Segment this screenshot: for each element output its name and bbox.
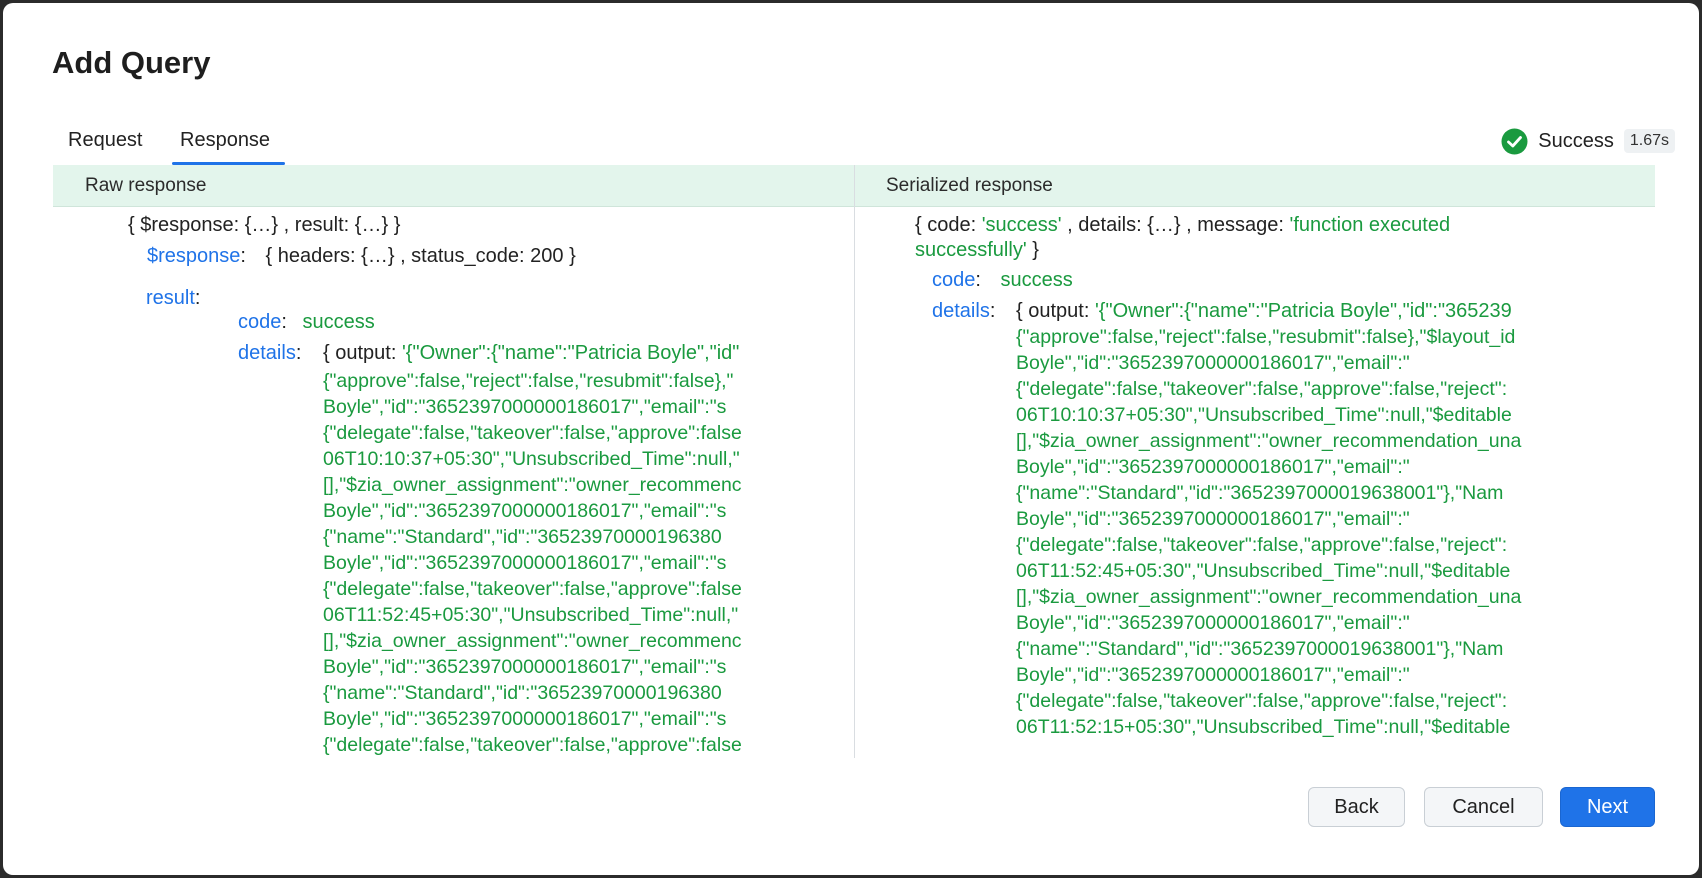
- serialized-output-line: {"delegate":false,"takeover":false,"appr…: [1016, 690, 1508, 712]
- raw-output-first-line: { output: '{"Owner":{"name":"Patricia Bo…: [323, 340, 739, 366]
- raw-output-line: [],"$zia_owner_assignment":"owner_recomm…: [323, 474, 742, 496]
- serialized-output-line: {"name":"Standard","id":"365239700001963…: [1016, 482, 1504, 504]
- summary-message-part1: 'function executed: [1289, 214, 1451, 236]
- raw-output-line: {"name":"Standard","id":"365239700001963…: [323, 682, 722, 704]
- serialized-output-line: Boyle","id":"3652397000000186017","email…: [1016, 352, 1410, 374]
- raw-code-value: success: [302, 311, 375, 333]
- serialized-output-line: {"name":"Standard","id":"365239700001963…: [1016, 638, 1504, 660]
- cancel-button[interactable]: Cancel: [1424, 787, 1543, 827]
- serialized-output-line: Boyle","id":"3652397000000186017","email…: [1016, 664, 1410, 686]
- raw-output-line: Boyle","id":"3652397000000186017","email…: [323, 552, 727, 574]
- serialized-output-line: 06T11:52:45+05:30","Unsubscribed_Time":n…: [1016, 560, 1511, 582]
- raw-output-line: Boyle","id":"3652397000000186017","email…: [323, 396, 727, 418]
- serialized-output-line: Boyle","id":"3652397000000186017","email…: [1016, 456, 1410, 478]
- summary-close: }: [1026, 239, 1039, 261]
- raw-details-key-row: details:: [238, 342, 302, 364]
- summary-mid: , details: {…} , message:: [1061, 214, 1290, 236]
- serialized-output-line: 06T10:10:37+05:30","Unsubscribed_Time":n…: [1016, 404, 1512, 426]
- serialized-code-value: success: [1000, 269, 1073, 291]
- raw-output-line: 06T11:52:45+05:30","Unsubscribed_Time":n…: [323, 604, 739, 626]
- tab-response[interactable]: Response: [180, 129, 270, 152]
- serialized-code-key: code: [932, 269, 976, 291]
- raw-output-line: {"delegate":false,"takeover":false,"appr…: [323, 578, 742, 600]
- serialized-output-prefix[interactable]: { output:: [1016, 300, 1095, 322]
- serialized-output-line: 06T11:52:15+05:30","Unsubscribed_Time":n…: [1016, 716, 1511, 738]
- serialized-output-line: Boyle","id":"3652397000000186017","email…: [1016, 612, 1410, 634]
- serialized-output-first-line: { output: '{"Owner":{"name":"Patricia Bo…: [1016, 298, 1512, 324]
- serialized-output-lines: {"approve":false,"reject":false,"resubmi…: [1016, 324, 1521, 740]
- response-time-badge: 1.67s: [1623, 129, 1675, 153]
- serialized-details-key-row: details:: [932, 300, 996, 322]
- serialized-code-row: code: success: [932, 269, 1073, 291]
- raw-output-line: Boyle","id":"3652397000000186017","email…: [323, 500, 727, 522]
- raw-output-line: {"delegate":false,"takeover":false,"appr…: [323, 734, 742, 756]
- raw-output-line: {"approve":false,"reject":false,"resubmi…: [323, 370, 734, 392]
- serialized-response-title: Serialized response: [886, 175, 1053, 196]
- back-button[interactable]: Back: [1308, 787, 1405, 827]
- serialized-details-key: details: [932, 300, 990, 322]
- raw-result-key: result: [146, 287, 195, 309]
- check-circle-icon: [1501, 128, 1528, 155]
- raw-code-key: code: [238, 311, 282, 333]
- tab-request[interactable]: Request: [68, 129, 143, 152]
- serialized-summary-line2: successfully' }: [915, 237, 1039, 263]
- raw-output-line: Boyle","id":"3652397000000186017","email…: [323, 708, 727, 730]
- raw-output-line: {"name":"Standard","id":"365239700001963…: [323, 526, 722, 548]
- serialized-response-header: Serialized response: [854, 165, 1655, 207]
- raw-code-row: code: success: [238, 311, 375, 333]
- raw-response-body[interactable]: { $response: {…} , result: {…} } $respon…: [53, 207, 854, 757]
- serialized-output-line: [],"$zia_owner_assignment":"owner_recomm…: [1016, 586, 1522, 608]
- raw-output-lines: {"approve":false,"reject":false,"resubmi…: [323, 368, 742, 757]
- response-panels: Raw response Serialized response { $resp…: [53, 165, 1655, 758]
- raw-response-key: $response: [147, 245, 241, 267]
- next-button[interactable]: Next: [1560, 787, 1655, 827]
- serialized-output-line: {"approve":false,"reject":false,"resubmi…: [1016, 326, 1516, 348]
- response-status: Success 1.67s: [1501, 127, 1675, 155]
- summary-open: { code:: [915, 214, 982, 236]
- raw-result-row: result:: [146, 287, 201, 309]
- raw-output-first: '{"Owner":{"name":"Patricia Boyle","id": [401, 342, 740, 364]
- raw-details-key: details: [238, 342, 296, 364]
- serialized-output-line: [],"$zia_owner_assignment":"owner_recomm…: [1016, 430, 1522, 452]
- dialog-title: Add Query: [52, 45, 211, 80]
- serialized-response-body[interactable]: { code: 'success' , details: {…} , messa…: [855, 207, 1655, 757]
- raw-output-line: {"delegate":false,"takeover":false,"appr…: [323, 422, 742, 444]
- add-query-dialog: Add Query Request Response Success 1.67s…: [3, 3, 1699, 875]
- serialized-output-line: {"delegate":false,"takeover":false,"appr…: [1016, 378, 1508, 400]
- raw-output-line: [],"$zia_owner_assignment":"owner_recomm…: [323, 630, 742, 652]
- raw-response-title: Raw response: [85, 175, 207, 196]
- serialized-output-line: {"delegate":false,"takeover":false,"appr…: [1016, 534, 1508, 556]
- raw-summary[interactable]: { $response: {…} , result: {…} }: [128, 212, 400, 238]
- raw-output-line: Boyle","id":"3652397000000186017","email…: [323, 656, 727, 678]
- raw-output-prefix[interactable]: { output:: [323, 342, 402, 364]
- raw-response-value[interactable]: { headers: {…} , status_code: 200 }: [266, 245, 576, 267]
- raw-output-line: 06T10:10:37+05:30","Unsubscribed_Time":n…: [323, 448, 740, 470]
- raw-response-header: Raw response: [53, 165, 854, 207]
- raw-response-row: $response: { headers: {…} , status_code:…: [147, 245, 576, 267]
- serialized-output-line: Boyle","id":"3652397000000186017","email…: [1016, 508, 1410, 530]
- status-label: Success: [1538, 129, 1614, 152]
- serialized-summary-line1[interactable]: { code: 'success' , details: {…} , messa…: [915, 212, 1450, 238]
- serialized-output-first: '{"Owner":{"name":"Patricia Boyle","id":…: [1094, 300, 1512, 322]
- summary-code: 'success': [981, 214, 1062, 236]
- summary-message-part2: successfully': [915, 239, 1027, 261]
